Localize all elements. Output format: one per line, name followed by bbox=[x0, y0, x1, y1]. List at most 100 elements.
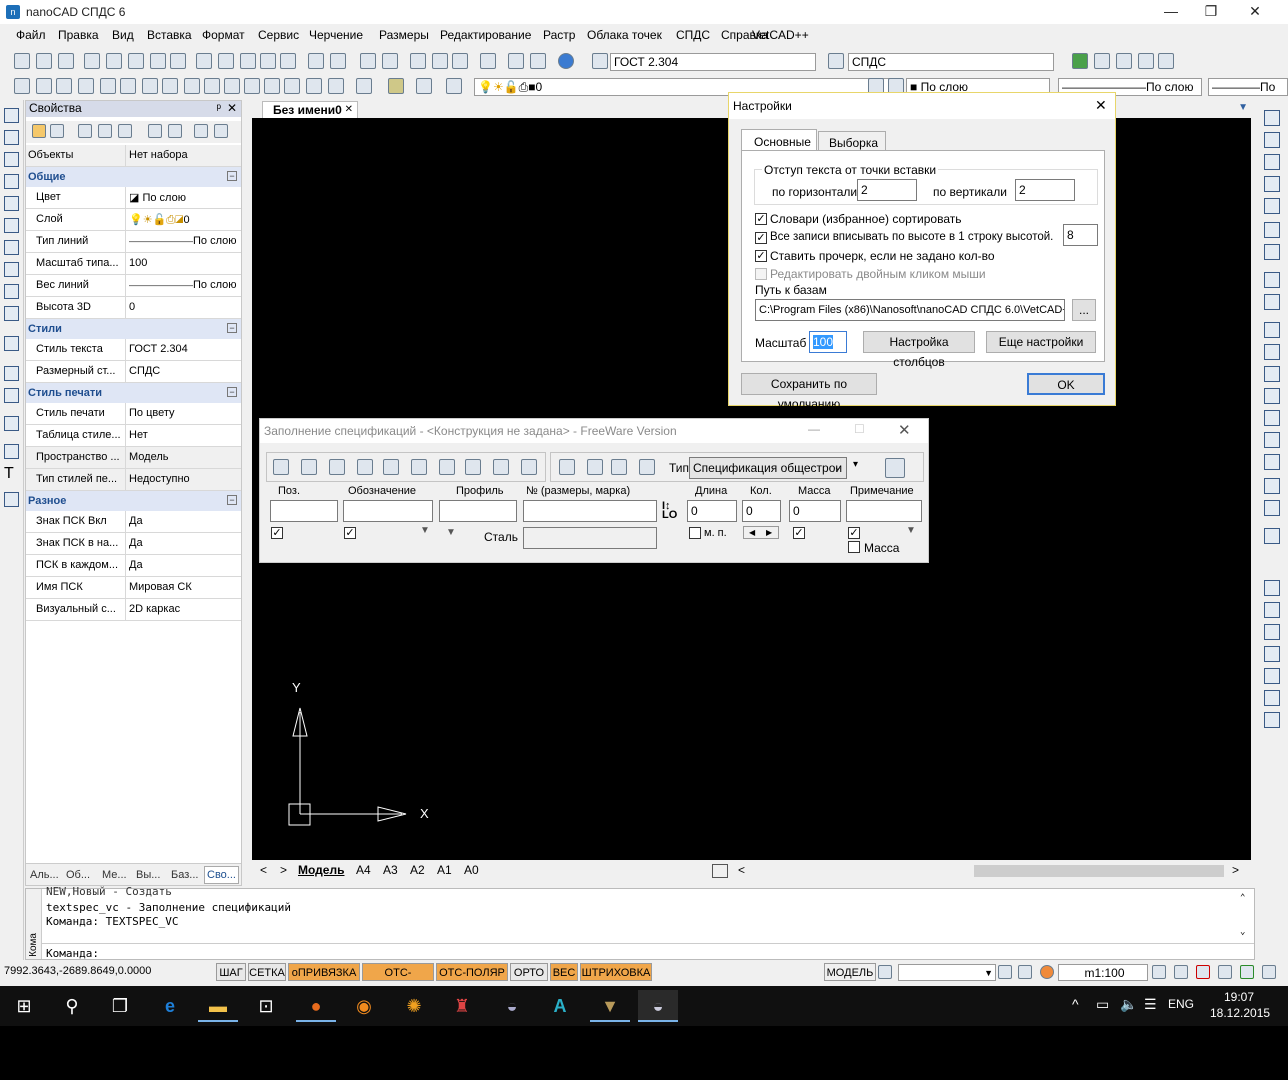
spds-format-icon[interactable] bbox=[306, 78, 322, 94]
model-space-button[interactable]: МОДЕЛЬ bbox=[824, 963, 876, 981]
stretch-icon[interactable] bbox=[1264, 294, 1280, 310]
paste-special-icon[interactable] bbox=[260, 53, 276, 69]
property-row[interactable]: Имя ПСК Мировая СК bbox=[26, 577, 241, 599]
mass-input[interactable]: 0 bbox=[789, 500, 841, 522]
tab-objects[interactable]: Об... bbox=[66, 869, 90, 881]
region-icon[interactable] bbox=[1264, 580, 1280, 596]
property-row[interactable]: Размерный ст... СПДС bbox=[26, 361, 241, 383]
spin-left-icon[interactable]: ◀ bbox=[749, 527, 755, 538]
fullscreen-icon[interactable] bbox=[1262, 965, 1276, 979]
save-icon[interactable] bbox=[58, 53, 74, 69]
tab-model[interactable]: Модель bbox=[298, 863, 344, 877]
spds-text-a-icon[interactable] bbox=[184, 78, 200, 94]
array-icon[interactable] bbox=[1264, 198, 1280, 214]
fit-row-checkbox[interactable]: ✓ bbox=[755, 232, 767, 244]
mirror-icon[interactable] bbox=[1264, 154, 1280, 170]
menu-point-clouds[interactable]: Облака точек bbox=[587, 28, 662, 42]
tab-next-icon[interactable]: > bbox=[280, 863, 287, 877]
text-tool-icon[interactable]: T bbox=[4, 466, 19, 482]
tab-properties[interactable]: Сво... bbox=[204, 866, 239, 884]
chamfer-icon[interactable] bbox=[1264, 410, 1280, 426]
property-row[interactable]: Стиль текста ГОСТ 2.304 bbox=[26, 339, 241, 361]
objects-row[interactable]: Объекты Нет набора bbox=[26, 145, 241, 167]
network-icon[interactable]: ▭ bbox=[1096, 996, 1109, 1013]
select-objects-icon[interactable] bbox=[32, 124, 46, 138]
note-checkbox[interactable]: ✓ bbox=[848, 527, 860, 539]
spec-brush-icon[interactable] bbox=[559, 459, 575, 475]
firefox-icon[interactable]: ● bbox=[296, 990, 336, 1022]
nanocad-active-icon[interactable]: ◒ bbox=[638, 990, 678, 1022]
blend-icon[interactable] bbox=[1264, 528, 1280, 544]
rectangle-tool-icon[interactable] bbox=[4, 196, 19, 211]
align-icon[interactable] bbox=[1264, 478, 1280, 494]
lineweight-combo[interactable]: ————По bbox=[1208, 78, 1288, 96]
fillet-icon[interactable] bbox=[1264, 432, 1280, 448]
spec-text-icon[interactable] bbox=[639, 459, 655, 475]
section-header[interactable]: Стиль печати − bbox=[26, 383, 241, 403]
annotation-scale[interactable]: m1:100 bbox=[1058, 964, 1148, 981]
menu-modify[interactable]: Редактирование bbox=[440, 28, 531, 42]
tab-basic[interactable]: Основные bbox=[741, 129, 817, 151]
tab-a4[interactable]: A4 bbox=[356, 863, 371, 877]
menu-edit[interactable]: Правка bbox=[58, 28, 99, 42]
spec-find-icon[interactable] bbox=[357, 459, 373, 475]
edge-icon[interactable]: e bbox=[150, 990, 190, 1022]
app-box-icon[interactable]: ▼ bbox=[590, 990, 630, 1022]
tab-selection[interactable]: Вы... bbox=[136, 869, 160, 881]
pos-input[interactable] bbox=[270, 500, 338, 522]
menu-dimensions[interactable]: Размеры bbox=[379, 28, 429, 42]
mp-checkbox[interactable] bbox=[689, 527, 701, 539]
spds-node-icon[interactable] bbox=[224, 78, 240, 94]
move-icon[interactable] bbox=[1264, 222, 1280, 238]
qty-input[interactable]: 0 bbox=[742, 500, 781, 522]
status-zoom-window-icon[interactable] bbox=[1196, 965, 1210, 979]
collapse-icon[interactable]: − bbox=[227, 495, 237, 505]
cloud-tool-icon[interactable] bbox=[4, 262, 19, 277]
more-settings-button[interactable]: Еще настройки bbox=[986, 331, 1096, 353]
spec-edit-icon[interactable] bbox=[587, 459, 603, 475]
zoom-extents-icon[interactable] bbox=[452, 53, 468, 69]
boundary-icon[interactable] bbox=[1264, 602, 1280, 618]
row-height-input[interactable]: 8 bbox=[1063, 224, 1098, 246]
spds-arrow-icon[interactable] bbox=[142, 78, 158, 94]
lock-ui-icon[interactable] bbox=[998, 965, 1012, 979]
menu-spds[interactable]: СПДС bbox=[676, 28, 710, 42]
tabs-dropdown-icon[interactable]: ▼ bbox=[1238, 102, 1248, 113]
status-toggle-button[interactable]: ОРТО bbox=[510, 963, 548, 981]
spds-leader-icon[interactable] bbox=[120, 78, 136, 94]
spds-pencil-icon[interactable] bbox=[36, 78, 52, 94]
pickadd-icon[interactable] bbox=[50, 124, 64, 138]
menu-raster[interactable]: Растр bbox=[543, 28, 575, 42]
select-similar-icon[interactable] bbox=[98, 124, 112, 138]
prop-tool4-icon[interactable] bbox=[214, 124, 228, 138]
note-dropdown-icon[interactable]: ▼ bbox=[906, 525, 916, 536]
lengthen-icon[interactable] bbox=[1264, 500, 1280, 516]
spds-level-icon[interactable] bbox=[100, 78, 116, 94]
nanocad-helmet-icon[interactable]: ◒ bbox=[492, 990, 532, 1022]
menu-insert[interactable]: Вставка bbox=[147, 28, 192, 42]
spds-tool1-icon[interactable] bbox=[1072, 53, 1088, 69]
clock-date[interactable]: 18.12.2015 bbox=[1210, 1006, 1270, 1020]
menu-format[interactable]: Формат bbox=[202, 28, 245, 42]
hscroll-right-icon[interactable]: > bbox=[1232, 863, 1239, 877]
insert-tool-icon[interactable] bbox=[4, 388, 19, 403]
store-icon[interactable]: ⊡ bbox=[246, 990, 286, 1022]
profile-input[interactable] bbox=[439, 500, 517, 522]
spec-pick3-icon[interactable] bbox=[329, 459, 345, 475]
spds-axis-icon[interactable] bbox=[56, 78, 72, 94]
spec-apply-icon[interactable] bbox=[885, 458, 905, 478]
status-zoom-prev-icon[interactable] bbox=[1218, 965, 1232, 979]
property-row[interactable]: Тип стилей пе... Недоступно bbox=[26, 469, 241, 491]
zoom-window-icon[interactable] bbox=[410, 53, 426, 69]
maximize-button[interactable]: ❐ bbox=[1188, 0, 1234, 24]
print-icon[interactable] bbox=[84, 53, 100, 69]
break-icon[interactable] bbox=[1264, 366, 1280, 382]
cmd-scroll-down-icon[interactable]: ⌄ bbox=[1240, 927, 1245, 937]
spec-copy-icon[interactable] bbox=[383, 459, 399, 475]
property-row[interactable]: Визуальный с... 2D каркас bbox=[26, 599, 241, 621]
tab-prev-icon[interactable]: < bbox=[260, 863, 267, 877]
status-toggle-button[interactable]: ШАГ bbox=[216, 963, 246, 981]
prop-tool2-icon[interactable] bbox=[168, 124, 182, 138]
spds-tool4-icon[interactable] bbox=[1138, 53, 1154, 69]
collapse-icon[interactable]: − bbox=[227, 171, 237, 181]
